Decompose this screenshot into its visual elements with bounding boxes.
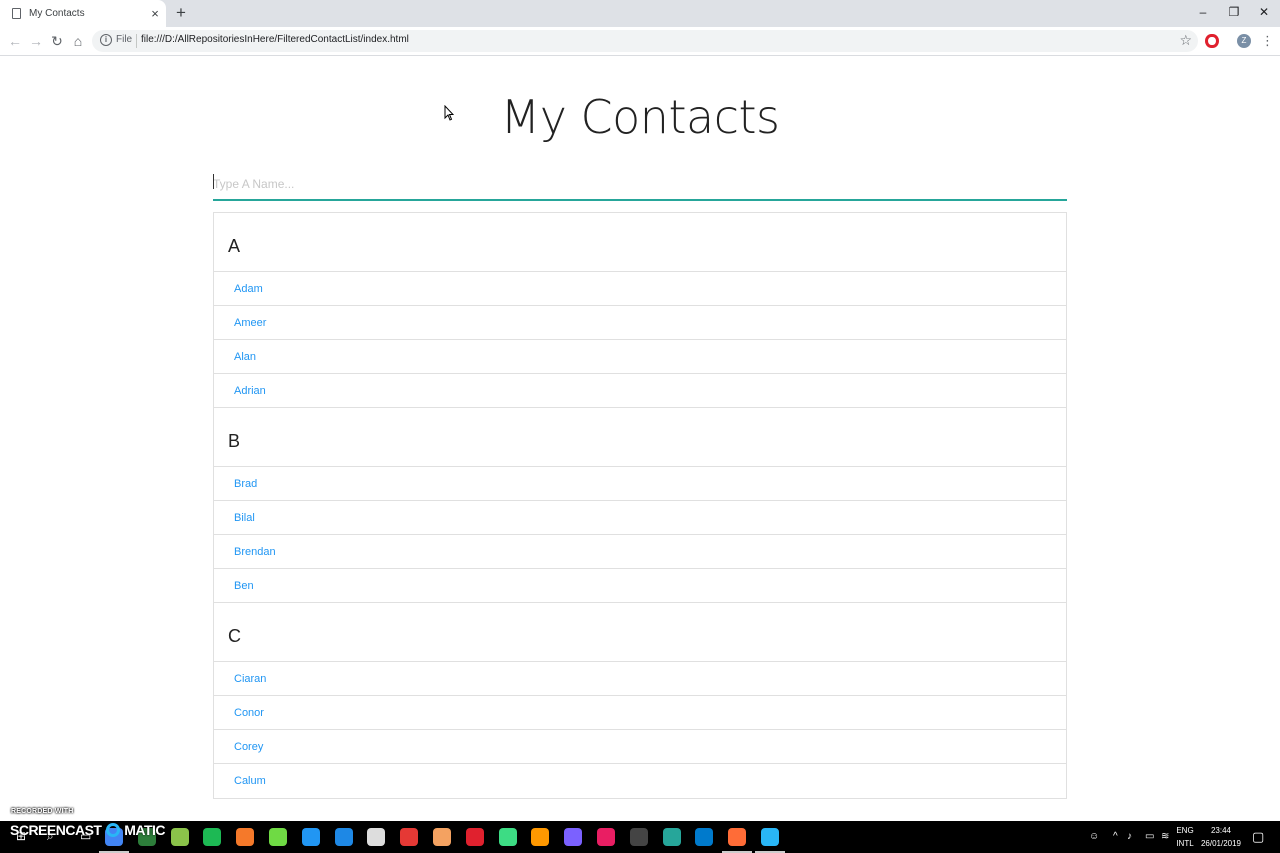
opera-icon[interactable] bbox=[465, 828, 484, 846]
contact-item[interactable]: Adam bbox=[214, 272, 1066, 306]
info-icon[interactable]: i bbox=[100, 34, 112, 46]
scheme-label: File bbox=[116, 34, 133, 45]
android-studio-icon[interactable] bbox=[498, 828, 517, 846]
contact-list: A Adam Ameer Alan Adrian B Brad Bilal Brendan Ben… bbox=[213, 212, 1067, 799]
contact-item[interactable]: Alan bbox=[214, 340, 1066, 374]
browser-tabstrip: My Contacts × + – ❐ ✕ bbox=[0, 0, 1280, 27]
group-letter-c: C bbox=[214, 603, 1066, 662]
clock-time[interactable]: 23:44 bbox=[1200, 826, 1242, 835]
screencast-logo-icon bbox=[105, 823, 120, 837]
page-title: My Contacts bbox=[500, 90, 780, 144]
reload-icon[interactable]: ↻ bbox=[47, 31, 67, 51]
text-caret bbox=[213, 174, 214, 189]
watermark-recorded-with: RECORDED WITH bbox=[11, 808, 74, 815]
forward-arrow-icon[interactable]: → bbox=[26, 31, 46, 51]
group-letter-a: A bbox=[214, 213, 1066, 272]
contact-item[interactable]: Ben bbox=[214, 569, 1066, 603]
browser-menu-icon[interactable]: ⋮ bbox=[1261, 33, 1274, 49]
browser-tab[interactable]: My Contacts × bbox=[0, 0, 166, 27]
contact-search-input[interactable] bbox=[213, 169, 1067, 201]
watermark-brand: SCREENCAST MATIC bbox=[10, 822, 166, 838]
tab-close-icon[interactable]: × bbox=[148, 6, 162, 21]
watermark-brand-left: SCREENCAST bbox=[10, 822, 102, 838]
contact-item[interactable]: Corey bbox=[214, 730, 1066, 764]
tray-chevron-icon[interactable]: ^ bbox=[1113, 831, 1118, 842]
watermark-brand-right: MATIC bbox=[124, 822, 166, 838]
blender-icon[interactable] bbox=[236, 828, 255, 846]
minimize-button[interactable]: – bbox=[1188, 0, 1218, 27]
language-indicator[interactable]: ENG bbox=[1174, 826, 1196, 835]
battery-icon[interactable]: ▭ bbox=[1145, 831, 1154, 842]
restore-button[interactable]: ❐ bbox=[1219, 0, 1249, 27]
address-separator bbox=[136, 34, 137, 48]
page-icon bbox=[12, 8, 21, 19]
vscode-icon[interactable] bbox=[695, 828, 714, 846]
volume-icon[interactable]: ♪ bbox=[1127, 831, 1132, 842]
contact-item[interactable]: Brendan bbox=[214, 535, 1066, 569]
obs-icon[interactable] bbox=[564, 828, 583, 846]
acrobat-icon[interactable] bbox=[400, 828, 419, 846]
people-icon[interactable]: ☺ bbox=[1089, 831, 1099, 842]
terminal-icon[interactable] bbox=[629, 828, 648, 846]
sublime-icon[interactable] bbox=[531, 828, 550, 846]
flag-app-icon[interactable] bbox=[301, 828, 320, 846]
contact-item[interactable]: Adrian bbox=[214, 374, 1066, 408]
maps-icon[interactable] bbox=[334, 828, 353, 846]
home-icon[interactable]: ⌂ bbox=[68, 31, 88, 51]
screencast-icon[interactable] bbox=[761, 828, 779, 846]
opera-extension-icon[interactable] bbox=[1205, 34, 1219, 48]
back-arrow-icon[interactable]: ← bbox=[5, 31, 25, 51]
orb-icon[interactable] bbox=[433, 828, 451, 846]
intellij-icon[interactable] bbox=[597, 828, 615, 846]
contact-item[interactable]: Ciaran bbox=[214, 662, 1066, 696]
address-bar[interactable]: i File file:///D:/AllRepositoriesInHere/… bbox=[92, 30, 1198, 52]
upwork-icon[interactable] bbox=[269, 828, 287, 846]
tab-title: My Contacts bbox=[29, 8, 85, 19]
contact-item[interactable]: Brad bbox=[214, 467, 1066, 501]
browser-toolbar: ← → ↻ ⌂ i File file:///D:/AllRepositorie… bbox=[0, 27, 1280, 56]
contact-item[interactable]: Calum bbox=[214, 764, 1066, 798]
close-window-button[interactable]: ✕ bbox=[1249, 0, 1279, 27]
windows-taskbar: ⊞ ⌕ ▭ ☺ ^ ♪ ▭ ≋ ENG INTL 23:44 26/01/2019 … bbox=[0, 821, 1280, 853]
unity-icon[interactable] bbox=[367, 828, 386, 846]
page-content: My Contacts AAdamAmeerAlanAdrianBBradBil… bbox=[0, 56, 1280, 821]
new-tab-button[interactable]: + bbox=[172, 3, 190, 23]
postman-icon[interactable] bbox=[728, 828, 747, 846]
profile-avatar[interactable]: Z bbox=[1237, 34, 1251, 48]
notepad-icon[interactable] bbox=[170, 828, 189, 846]
group-letter-b: B bbox=[214, 408, 1066, 467]
url-text[interactable]: file:///D:/AllRepositoriesInHere/Filtere… bbox=[141, 34, 409, 45]
bookmark-star-icon[interactable]: ☆ bbox=[1179, 32, 1192, 49]
gitkraken-icon[interactable] bbox=[662, 828, 681, 846]
contact-item[interactable]: Conor bbox=[214, 696, 1066, 730]
wifi-icon[interactable]: ≋ bbox=[1161, 831, 1169, 842]
contact-item[interactable]: Ameer bbox=[214, 306, 1066, 340]
notification-icon[interactable]: ▢ bbox=[1252, 829, 1264, 845]
spotify-icon[interactable] bbox=[203, 828, 222, 846]
clock-date[interactable]: 26/01/2019 bbox=[1198, 839, 1244, 848]
keyboard-layout[interactable]: INTL bbox=[1174, 839, 1196, 848]
contact-item[interactable]: Bilal bbox=[214, 501, 1066, 535]
